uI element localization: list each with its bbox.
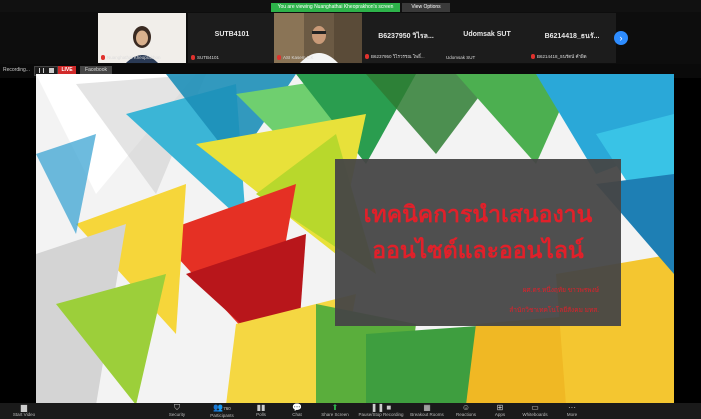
participant-tile[interactable]: Udomsak SUT Udomsak SUT <box>443 13 531 63</box>
participant-name-large: B6237950 วิไรล... <box>378 33 434 40</box>
participant-name-large: Udomsak SUT <box>463 31 511 38</box>
slide-title-line2: ออนไซต์และออนไลน์ <box>372 237 584 263</box>
participant-caption: ASI Kasem L.K <box>277 55 314 60</box>
breakout-rooms-label: Breakout Rooms <box>410 412 444 417</box>
participant-tile[interactable]: SUTB4101 SUTB4101 <box>188 13 276 63</box>
share-screen-icon: ⬆ <box>331 403 339 412</box>
slide-organization: สำนักวิชาเทคโนโลยีสังคม มทส. <box>509 307 599 314</box>
participant-tile[interactable]: Nuanghathai Kheoprakhon <box>98 13 186 63</box>
participant-caption: B6214418_ธนรัตน์ คำผิด <box>531 53 587 60</box>
mic-muted-icon <box>531 54 535 59</box>
participant-name: B6214418_ธนรัตน์ คำผิด <box>537 54 587 59</box>
participant-caption: Udomsak SUT <box>446 55 475 60</box>
polls-label: Polls <box>256 412 266 417</box>
participant-tile[interactable]: ASI Kasem L.K <box>274 13 362 63</box>
more-button[interactable]: ··· More <box>558 403 586 419</box>
participants-count: 760 <box>223 406 231 411</box>
participant-name-large: B6214418_ธนรั... <box>544 33 600 40</box>
participant-name: ASI Kasem L.K <box>283 55 314 60</box>
pause-icon[interactable] <box>39 68 44 74</box>
record-controls-icon: ❚❚ ■ <box>370 403 392 412</box>
start-video-button[interactable]: ▆ Start Video <box>8 403 40 419</box>
apps-icon: ⊞ <box>496 403 504 412</box>
participants-button[interactable]: 👥760 Participants <box>203 403 241 419</box>
participant-name-large: SUTB4101 <box>214 31 250 38</box>
whiteboard-icon: ▭ <box>531 403 539 412</box>
pause-stop-recording-label: Pause/Stop Recording <box>358 412 404 417</box>
live-badge[interactable]: LIVE <box>58 66 76 74</box>
apps-button[interactable]: ⊞ Apps <box>486 403 514 419</box>
breakout-rooms-button[interactable]: ▦ Breakout Rooms <box>408 403 446 419</box>
chat-button[interactable]: 💬 Chat <box>283 403 311 419</box>
reactions-label: Reactions <box>455 412 476 417</box>
video-off-icon: ▆ <box>20 403 28 412</box>
participant-name: SUTB4101 <box>197 55 220 60</box>
more-label: More <box>566 412 578 417</box>
share-screen-button[interactable]: ⬆ Share Screen <box>317 403 353 419</box>
more-dots-icon: ··· <box>568 403 576 412</box>
shield-icon: ⛉ <box>174 403 180 412</box>
mic-muted-icon <box>101 55 105 60</box>
polls-button[interactable]: ▮▮ Polls <box>247 403 275 419</box>
participant-tile[interactable]: B6214418_ธนรั... B6214418_ธนรัตน์ คำผิด <box>528 13 616 63</box>
mic-muted-icon <box>277 55 281 60</box>
view-options-button[interactable]: View Options <box>402 3 450 12</box>
next-page-arrow-icon[interactable]: › <box>614 31 628 45</box>
stop-icon[interactable] <box>49 68 55 74</box>
participant-caption: B6237950 วิไรวรรณ โพธิ์... <box>365 53 425 60</box>
participants-icon: 👥760 <box>213 403 231 412</box>
breakout-rooms-icon: ▦ <box>423 403 431 412</box>
participant-name: B6237950 วิไรวรรณ โพธิ์... <box>371 54 425 59</box>
security-label: Security <box>168 412 186 417</box>
slide-author: ผศ.ดร.หนึ่งฤทัย ขาวพรพงษ์ <box>522 287 599 294</box>
whiteboards-label: Whiteboards <box>522 412 548 417</box>
reactions-button[interactable]: ☺ Reactions <box>450 403 482 419</box>
whiteboards-button[interactable]: ▭ Whiteboards <box>516 403 554 419</box>
facebook-live-dropdown[interactable]: Facebook <box>80 66 112 74</box>
viewing-screen-banner: You are viewing Nuanghathai Kheoprakhon'… <box>271 3 400 12</box>
mic-muted-icon <box>191 55 195 60</box>
pause-stop-recording-button[interactable]: ❚❚ ■ Pause/Stop Recording <box>356 403 406 419</box>
reactions-icon: ☺ <box>461 403 471 412</box>
participant-name: Nuanghathai Kheoprakhon <box>107 55 161 60</box>
participant-caption: Nuanghathai Kheoprakhon <box>101 55 161 60</box>
share-screen-label: Share Screen <box>321 412 349 417</box>
participant-name: Udomsak SUT <box>446 55 476 60</box>
start-video-label: Start Video <box>12 412 36 417</box>
apps-label: Apps <box>494 412 506 417</box>
participants-label: Participants <box>210 413 234 418</box>
security-button[interactable]: ⛉ Security <box>161 403 193 419</box>
slide-title-panel: เทคนิคการนำเสนองาน ออนไซต์และออนไลน์ ผศ.… <box>335 159 621 326</box>
participant-tile[interactable]: B6237950 วิไรล... B6237950 วิไรวรรณ โพธิ… <box>362 13 450 63</box>
recording-status: Recording... <box>3 67 30 73</box>
participant-caption: SUTB4101 <box>191 55 219 60</box>
chat-icon: 💬 <box>292 403 302 412</box>
polls-icon: ▮▮ <box>256 403 266 412</box>
slide-title-line1: เทคนิคการนำเสนองาน <box>363 201 593 227</box>
chat-label: Chat <box>292 412 302 417</box>
mic-muted-icon <box>365 54 369 59</box>
